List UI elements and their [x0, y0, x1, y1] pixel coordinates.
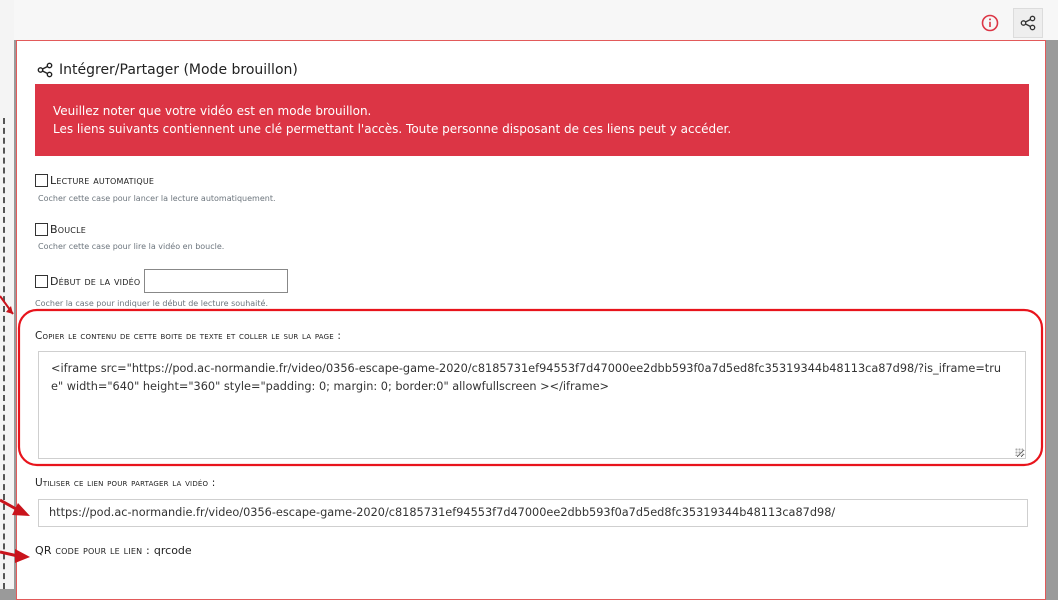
share-link-input[interactable]: https://pod.ac-normandie.fr/video/0356-e…	[38, 499, 1028, 527]
share-icon	[37, 62, 53, 78]
share-icon	[1020, 15, 1036, 31]
loop-label: Boucle	[50, 223, 86, 236]
alert-line-2: Les liens suivants contiennent une clé p…	[53, 122, 732, 136]
start-option: Début de la vidéo	[35, 269, 289, 293]
qrcode-line: QR code pour le lien : qrcode	[35, 544, 192, 557]
embed-share-panel: Intégrer/Partager (Mode brouillon) Veuil…	[16, 40, 1046, 600]
share-link-text: https://pod.ac-normandie.fr/video/0356-e…	[49, 506, 836, 519]
share-button[interactable]	[1013, 8, 1043, 38]
start-label: Début de la vidéo	[50, 274, 141, 288]
embed-code-text: <iframe src="https://pod.ac-normandie.fr…	[51, 362, 1002, 393]
share-link-label: Utiliser ce lien pour partager la vidéo …	[35, 477, 216, 489]
loop-checkbox[interactable]	[35, 223, 48, 236]
start-help: Cocher la case pour indiquer le début de…	[35, 299, 268, 308]
embed-code-textarea[interactable]: <iframe src="https://pod.ac-normandie.fr…	[38, 351, 1026, 459]
loop-help: Cocher cette case pour lire la vidéo en …	[38, 242, 225, 251]
resize-handle-icon[interactable]	[1015, 448, 1023, 456]
qrcode-value: qrcode	[153, 544, 192, 557]
autoplay-checkbox[interactable]	[35, 174, 48, 187]
autoplay-option: Lecture automatique	[35, 174, 154, 187]
alert-line-1: Veuillez noter que votre vidéo est en mo…	[53, 104, 372, 118]
start-time-input[interactable]	[144, 269, 289, 293]
left-background-strip	[0, 0, 14, 589]
autoplay-label: Lecture automatique	[50, 174, 155, 187]
qrcode-label: QR code pour le lien :	[35, 544, 150, 557]
draft-warning-alert: Veuillez noter que votre vidéo est en mo…	[35, 84, 1029, 156]
panel-title-text: Intégrer/Partager (Mode brouillon)	[59, 62, 298, 78]
panel-title: Intégrer/Partager (Mode brouillon)	[37, 59, 298, 81]
loop-option: Boucle	[35, 223, 86, 236]
autoplay-help: Cocher cette case pour lancer la lecture…	[38, 194, 276, 203]
top-toolbar	[14, 0, 1058, 40]
dashed-divider	[3, 118, 7, 589]
embed-label: Copier le contenu de cette boite de text…	[35, 330, 342, 342]
start-checkbox[interactable]	[35, 274, 48, 288]
info-circle-icon[interactable]	[981, 14, 999, 32]
